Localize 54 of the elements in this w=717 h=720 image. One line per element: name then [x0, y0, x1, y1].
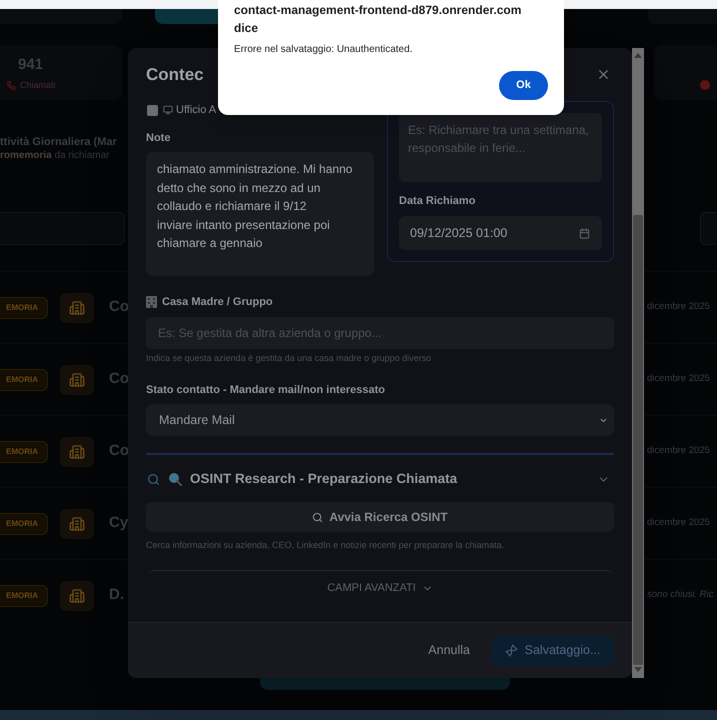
- row-date: dicembre 2025: [647, 444, 710, 458]
- osint-section-toggle[interactable]: OSINT Research - Preparazione Chiamata: [146, 469, 614, 489]
- calendar-icon: [579, 228, 590, 238]
- monitor-icon: [163, 105, 173, 115]
- osint-search-button[interactable]: Avvia Ricerca OSINT: [146, 502, 614, 532]
- building-icon: [60, 436, 94, 466]
- cancel-button[interactable]: Annulla: [416, 636, 482, 666]
- scroll-up-icon[interactable]: [634, 53, 642, 58]
- stat-label: Chiamati: [20, 79, 56, 91]
- company-name: Cy: [109, 513, 128, 534]
- note-field[interactable]: chiamato amministrazione. Mi hanno detto che sono in mezzo ad un collaudo e richiamare il 9/12 inviare intanto presentazione poi chiamare a gennaio: [146, 152, 374, 276]
- osint-hint: Cerca informazioni su azienda, CEO, LinkedIn e notizie recenti per preparare la chiamata.: [146, 540, 506, 551]
- alert-message: Errore nel salvataggio: Unauthenticated.: [234, 44, 414, 56]
- parent-company-hint: Indica se questa azienda è gestita da una casa madre o gruppo diverso: [146, 353, 432, 364]
- alert-title: contact-management-frontend-d879.onrender.com dice: [234, 2, 522, 37]
- note-label: Note: [146, 132, 172, 145]
- row-date: dicembre 2025: [647, 300, 710, 314]
- reminder-badge: EMORIA: [0, 296, 48, 318]
- reminder-badge: EMORIA: [0, 440, 48, 462]
- dialog-title: Contec: [146, 66, 204, 82]
- building-icon: [60, 364, 94, 394]
- date-field[interactable]: 09/12/2025 01:00: [399, 216, 602, 250]
- building-icon: [60, 580, 94, 610]
- scroll-down-icon[interactable]: [634, 667, 642, 672]
- checkbox-label: Ufficio A: [176, 102, 216, 118]
- row-date: dicembre 2025: [647, 372, 710, 386]
- building-icon: [60, 292, 94, 322]
- row-date: dicembre 2025: [647, 516, 710, 530]
- building-icon: [146, 296, 157, 308]
- header-button[interactable]: [155, 9, 218, 24]
- search-icon: [147, 472, 160, 486]
- parent-company-label: Casa Madre / Gruppo: [162, 296, 273, 308]
- company-name: Co: [109, 441, 128, 462]
- checkbox[interactable]: [147, 104, 158, 116]
- status-select[interactable]: Mandare Mail: [146, 404, 614, 436]
- company-name: D.: [109, 585, 124, 606]
- company-name: Co: [109, 369, 128, 390]
- company-name: Co: [109, 297, 128, 318]
- search-icon: [312, 512, 324, 522]
- reminder-badge: EMORIA: [0, 368, 48, 390]
- date-label: Data Richiamo: [399, 195, 476, 208]
- hourglass-icon: [503, 642, 519, 658]
- reminder-badge: EMORIA: [0, 584, 48, 606]
- status-label: Stato contatto - Mandare mail/non interessato: [146, 384, 386, 396]
- row-note: sono chiusi. Ric: [647, 588, 714, 602]
- section-title: ttività Giornaliera (Mar: [0, 135, 118, 149]
- scrollbar-thumb[interactable]: [633, 215, 643, 665]
- ok-button[interactable]: Ok: [499, 71, 548, 100]
- phone-icon: [7, 80, 16, 90]
- footer-button[interactable]: [260, 678, 510, 690]
- magnifier-icon: [169, 472, 182, 486]
- advanced-fields-toggle[interactable]: CAMPI AVANZATI: [327, 581, 433, 595]
- reminder-badge: EMORIA: [0, 512, 48, 534]
- building-icon: [60, 508, 94, 538]
